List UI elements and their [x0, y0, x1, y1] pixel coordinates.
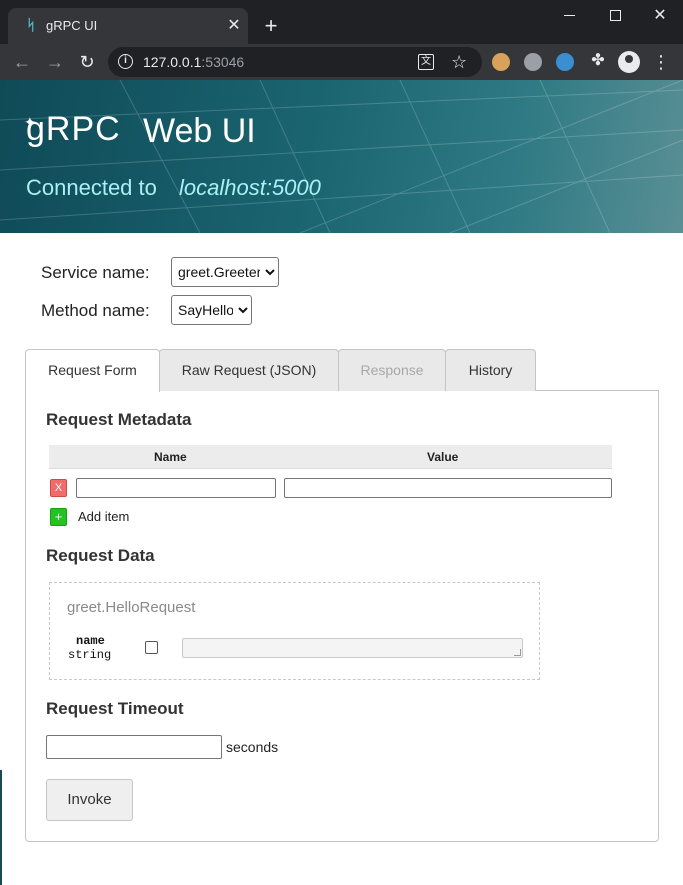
add-item-label: Add item	[78, 509, 130, 524]
bookmark-star-icon[interactable]: ☆	[451, 51, 467, 73]
back-arrow-icon[interactable]: ←	[8, 48, 36, 76]
service-name-label: Service name:	[41, 263, 150, 282]
grpc-favicon-icon: ᛋ	[26, 17, 36, 34]
server-host: localhost:5000	[179, 175, 321, 200]
request-data-title: Request Data	[46, 546, 155, 565]
metadata-value-header: Value	[427, 450, 459, 464]
metadata-name-header: Name	[154, 450, 187, 464]
translate-icon[interactable]: 文	[418, 54, 434, 70]
service-select[interactable]: greet.Greeter	[171, 257, 279, 287]
tab-request-form[interactable]: Request Form	[25, 349, 160, 392]
field-enable-checkbox[interactable]	[145, 641, 158, 654]
request-metadata-title: Request Metadata	[46, 410, 192, 429]
puzzle-extensions-icon[interactable]: ✤	[588, 50, 608, 69]
profile-avatar-icon[interactable]	[618, 51, 640, 73]
browser-toolbar: ← → ↻ i 127.0.0.1:53046 文 ☆ ✤ ⋮	[0, 44, 683, 80]
request-timeout-title: Request Timeout	[46, 699, 184, 718]
method-select[interactable]: SayHello	[171, 295, 252, 325]
connected-label: Connected to	[26, 175, 157, 200]
maximize-window-button[interactable]	[604, 6, 628, 26]
tab-raw-request[interactable]: Raw Request (JSON)	[159, 349, 339, 391]
add-metadata-button[interactable]: +	[50, 508, 67, 526]
header-banner: ✦ gRPC Web UI Connected to localhost:500…	[0, 80, 683, 233]
address-bar[interactable]: i 127.0.0.1:53046 文 ☆	[108, 47, 482, 77]
timeout-input[interactable]	[46, 735, 222, 759]
remove-metadata-button[interactable]: X	[50, 479, 67, 497]
field-name-label: name	[76, 634, 105, 648]
reload-icon[interactable]: ↻	[73, 48, 101, 76]
extension-icon[interactable]	[524, 53, 542, 71]
banner-pattern	[0, 80, 683, 233]
window-edge	[0, 770, 2, 885]
method-name-label: Method name:	[41, 301, 150, 320]
grpc-logo: gRPC	[26, 110, 121, 148]
site-info-icon[interactable]: i	[118, 54, 133, 69]
new-tab-icon[interactable]: +	[259, 14, 283, 38]
metadata-value-input[interactable]	[284, 478, 612, 498]
metadata-name-input[interactable]	[76, 478, 276, 498]
field-type-label: string	[68, 648, 112, 662]
browser-tab[interactable]: ᛋ gRPC UI ✕	[8, 8, 248, 44]
timeout-unit-label: seconds	[226, 739, 279, 755]
close-window-button[interactable]: ✕	[648, 4, 672, 28]
tab-response: Response	[338, 349, 446, 391]
minimize-window-button[interactable]	[558, 6, 582, 26]
tab-history[interactable]: History	[445, 349, 536, 391]
forward-arrow-icon[interactable]: →	[41, 48, 69, 76]
close-tab-icon[interactable]: ✕	[224, 16, 244, 36]
cookie-extension-icon[interactable]	[492, 53, 510, 71]
message-fields-box	[49, 582, 540, 680]
field-value-textarea[interactable]	[182, 638, 523, 658]
tab-title: gRPC UI	[46, 18, 98, 33]
browser-menu-icon[interactable]: ⋮	[652, 50, 670, 74]
browser-tabstrip: ᛋ gRPC UI ✕ + ✕	[0, 0, 683, 44]
url-text: 127.0.0.1:53046	[143, 54, 245, 70]
globe-extension-icon[interactable]	[556, 53, 574, 71]
app-title: Web UI	[143, 112, 256, 150]
metadata-table-header: Name Value	[49, 445, 612, 469]
invoke-button[interactable]: Invoke	[46, 779, 133, 821]
message-type-name: greet.HelloRequest	[67, 599, 196, 616]
